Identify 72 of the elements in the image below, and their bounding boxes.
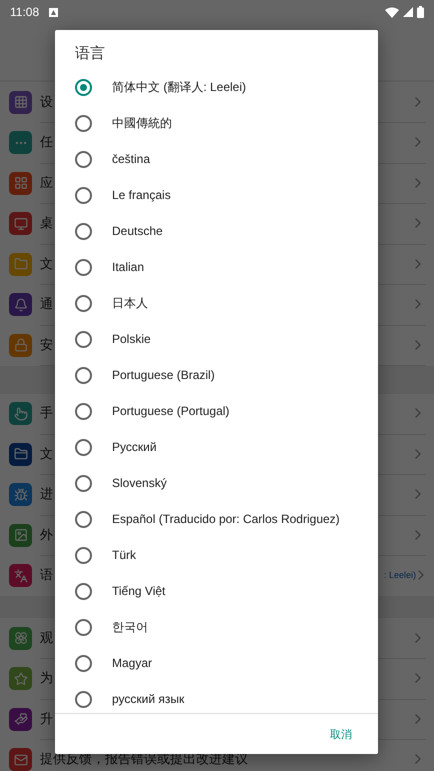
setting-label: 观 bbox=[40, 628, 53, 647]
grid-icon bbox=[9, 90, 32, 114]
radio-button[interactable] bbox=[75, 510, 92, 528]
lock-icon bbox=[9, 334, 32, 357]
language-option[interactable]: 한국어 bbox=[112, 618, 148, 636]
setting-value: : Leelei) bbox=[384, 570, 416, 580]
language-option[interactable]: 简体中文 (翻译人: Leelei) bbox=[112, 78, 246, 96]
radio-button[interactable] bbox=[75, 654, 92, 672]
setting-label: 设 bbox=[40, 92, 53, 111]
language-option[interactable]: 日本人 bbox=[112, 294, 148, 312]
setting-label: 任 bbox=[40, 133, 53, 152]
language-option[interactable]: Türk bbox=[112, 548, 136, 562]
language-option[interactable]: Polskie bbox=[112, 332, 151, 346]
radio-button[interactable] bbox=[75, 546, 92, 564]
folder-icon bbox=[9, 252, 32, 276]
radio-button[interactable] bbox=[75, 150, 92, 168]
dots-icon bbox=[9, 131, 32, 154]
language-option[interactable]: Italian bbox=[112, 260, 144, 274]
translate-icon bbox=[9, 564, 32, 588]
hand-icon bbox=[9, 402, 32, 426]
setting-label: 手 bbox=[40, 404, 53, 422]
language-option[interactable]: čeština bbox=[112, 152, 150, 166]
radio-button[interactable] bbox=[75, 690, 92, 708]
monitor-icon bbox=[9, 212, 32, 236]
setting-label: 语 bbox=[40, 566, 53, 584]
language-option[interactable]: Tiếng Việt bbox=[112, 584, 166, 598]
wifi-icon bbox=[385, 6, 399, 18]
setting-label: 应 bbox=[40, 174, 53, 192]
status-time: 11:08 bbox=[10, 5, 40, 19]
setting-label: 通 bbox=[40, 295, 53, 314]
language-option[interactable]: Slovenský bbox=[112, 476, 167, 490]
radio-button[interactable] bbox=[75, 78, 92, 96]
notification-icon bbox=[49, 8, 58, 16]
language-option[interactable]: Deutsche bbox=[112, 224, 163, 238]
radio-button[interactable] bbox=[75, 186, 92, 204]
radio-button[interactable] bbox=[75, 402, 92, 420]
language-option[interactable]: Portuguese (Brazil) bbox=[112, 368, 215, 382]
setting-label: 进 bbox=[40, 485, 53, 504]
radio-button[interactable] bbox=[75, 582, 92, 600]
setting-label: 外 bbox=[40, 526, 53, 544]
folder-icon bbox=[9, 442, 32, 466]
battery-icon bbox=[417, 6, 424, 18]
language-option[interactable]: русский язык bbox=[112, 692, 184, 706]
image-icon bbox=[9, 524, 32, 547]
radio-button[interactable] bbox=[75, 222, 92, 240]
bug-icon bbox=[9, 483, 32, 506]
language-option[interactable]: 中國傳統的 bbox=[112, 114, 172, 132]
setting-label: 安 bbox=[40, 336, 53, 354]
radio-button[interactable] bbox=[75, 366, 92, 384]
language-option[interactable]: Русский bbox=[112, 440, 157, 454]
radio-button[interactable] bbox=[75, 114, 92, 132]
radio-button[interactable] bbox=[75, 294, 92, 312]
grid-icon bbox=[9, 172, 32, 195]
setting-label: 为 bbox=[40, 669, 53, 688]
cancel-button[interactable]: 取消 bbox=[322, 720, 360, 748]
radio-button[interactable] bbox=[75, 474, 92, 492]
setting-label: 文 bbox=[40, 254, 53, 273]
setting-label: 升 bbox=[40, 710, 53, 728]
language-option[interactable]: Magyar bbox=[112, 656, 152, 670]
radio-button[interactable] bbox=[75, 438, 92, 456]
flower-icon bbox=[9, 626, 32, 650]
radio-button[interactable] bbox=[75, 618, 92, 636]
signal-icon bbox=[403, 7, 413, 17]
language-option[interactable]: Portuguese (Portugal) bbox=[112, 404, 230, 418]
language-option[interactable]: Español (Traducido por: Carlos Rodriguez) bbox=[112, 512, 340, 526]
radio-button[interactable] bbox=[75, 258, 92, 276]
radio-button[interactable] bbox=[75, 330, 92, 348]
setting-label: 桌 bbox=[40, 214, 53, 232]
language-option[interactable]: Le français bbox=[112, 188, 171, 202]
dialog-title: 语言 bbox=[74, 44, 106, 64]
setting-label: 文 bbox=[40, 444, 53, 463]
bell-icon bbox=[9, 293, 32, 316]
